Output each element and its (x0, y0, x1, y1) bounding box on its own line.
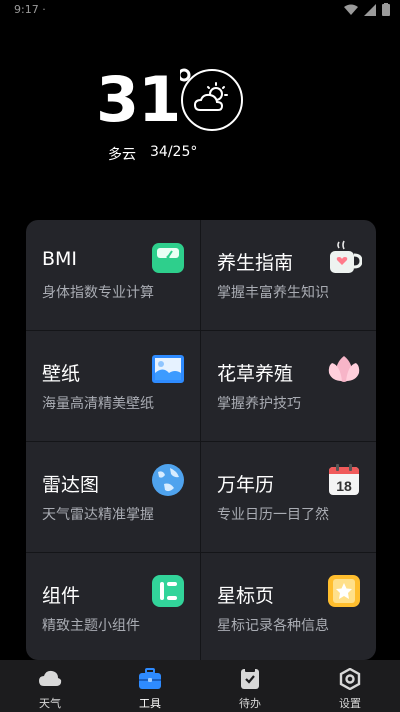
tool-title: 星标页 (217, 585, 275, 607)
status-time: 9:17 · (14, 3, 46, 16)
tool-subtitle: 海量高清精美壁纸 (42, 396, 154, 412)
status-bar: 9:17 · (0, 0, 400, 22)
tool-bmi[interactable]: BMI 身体指数专业计算 (26, 220, 201, 331)
todo-icon (241, 668, 259, 689)
star-page-icon (328, 575, 360, 607)
tool-title: BMI (42, 248, 78, 270)
tool-subtitle: 身体指数专业计算 (42, 285, 154, 301)
tool-title: 养生指南 (217, 252, 294, 274)
lotus-icon (328, 356, 360, 382)
tool-wallpaper[interactable]: 壁纸 海量高清精美壁纸 (26, 331, 201, 442)
settings-icon (339, 668, 361, 690)
picture-icon (152, 355, 184, 383)
tool-plant-care[interactable]: 花草养殖 掌握养护技巧 (201, 331, 376, 442)
tab-todo[interactable]: 待办 (200, 660, 300, 712)
signal-icon (364, 3, 376, 16)
widget-icon (152, 575, 184, 607)
tool-radar-map[interactable]: 雷达图 天气雷达精准掌握 (26, 442, 201, 553)
tab-weather[interactable]: 天气 (0, 660, 100, 712)
tool-subtitle: 专业日历一目了然 (217, 507, 329, 523)
temperature: 31 (96, 63, 181, 136)
weather-condition-row: 多云 34/25° (108, 144, 197, 164)
tool-title: 雷达图 (42, 474, 100, 496)
tab-label: 天气 (39, 697, 61, 710)
status-icons (344, 3, 390, 16)
tab-label: 待办 (239, 697, 261, 710)
tool-health-guide[interactable]: 养生指南 掌握丰富养生知识 (201, 220, 376, 331)
tool-calendar[interactable]: 万年历 专业日历一目了然 18 (201, 442, 376, 553)
calendar-day: 18 (336, 478, 352, 494)
cloud-icon (39, 670, 62, 686)
tab-label: 设置 (339, 697, 361, 710)
tool-subtitle: 掌握丰富养生知识 (217, 285, 329, 301)
tab-tools[interactable]: 工具 (100, 660, 200, 712)
tea-cup-icon (330, 240, 362, 273)
wifi-icon (344, 4, 358, 15)
tool-subtitle: 天气雷达精准掌握 (42, 507, 154, 523)
scale-icon (152, 243, 184, 273)
calendar-icon: 18 (329, 464, 359, 495)
tool-title: 壁纸 (42, 363, 81, 385)
tool-star-page[interactable]: 星标页 星标记录各种信息 (201, 553, 376, 660)
globe-icon (152, 464, 184, 496)
tool-subtitle: 星标记录各种信息 (217, 618, 329, 634)
tool-title: 组件 (42, 585, 81, 607)
tool-subtitle: 精致主题小组件 (42, 618, 140, 634)
toolbox-icon (139, 668, 161, 689)
weather-summary[interactable]: 31 多云 34/25° (0, 60, 400, 180)
weather-condition: 多云 (108, 147, 136, 163)
tab-settings[interactable]: 设置 (300, 660, 400, 712)
partly-cloudy-icon (180, 68, 243, 131)
bottom-tab-bar: 天气 工具 待办 设置 (0, 660, 400, 712)
battery-icon (382, 3, 390, 16)
tab-label: 工具 (139, 697, 161, 710)
tool-title: 万年历 (217, 474, 275, 496)
tool-title: 花草养殖 (217, 363, 294, 385)
tool-subtitle: 掌握养护技巧 (217, 396, 301, 412)
tools-panel: BMI 身体指数专业计算 养生指南 掌握丰富养生知识 壁纸 海量高清精美壁纸 花… (26, 220, 376, 660)
tool-widgets[interactable]: 组件 精致主题小组件 (26, 553, 201, 660)
temperature-range: 34/25° (150, 144, 198, 160)
